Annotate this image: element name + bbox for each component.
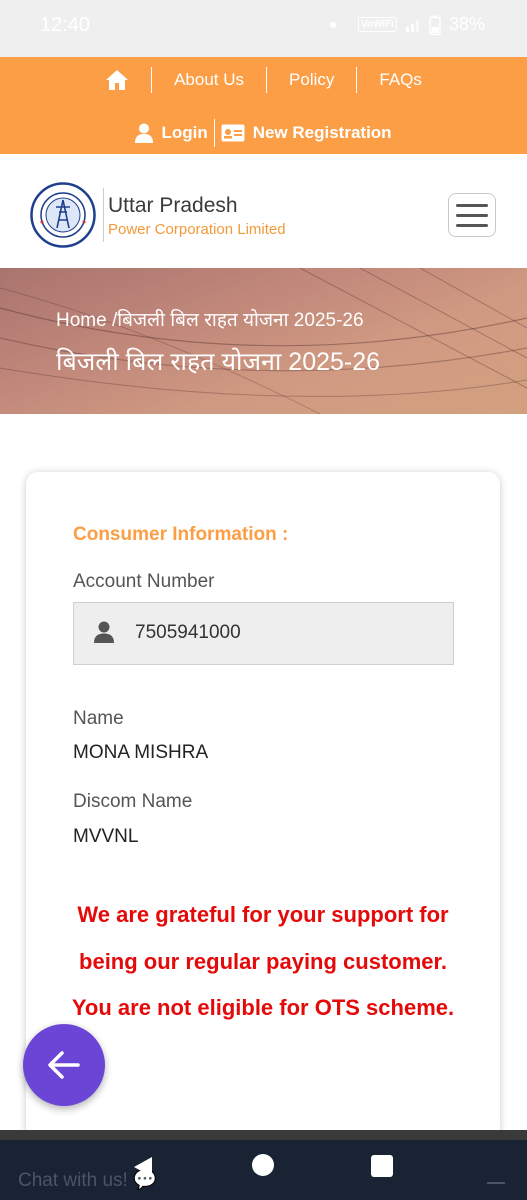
discom-name-value: MVVNL — [73, 826, 139, 847]
account-number-label: Account Number — [73, 571, 215, 592]
home-icon — [106, 70, 129, 90]
login-link[interactable]: Login — [135, 123, 208, 143]
account-number-value: 7505941000 — [135, 622, 241, 643]
brand-subtitle: Power Corporation Limited — [108, 221, 286, 238]
system-navigation-bar: Chat with us! 💬 — [0, 1140, 527, 1200]
name-value: MONA MISHRA — [73, 742, 209, 763]
system-home-icon[interactable] — [252, 1154, 274, 1176]
status-time: 12:40 — [40, 14, 91, 36]
name-label: Name — [73, 708, 124, 729]
user-icon — [94, 621, 114, 643]
new-registration-label: New Registration — [252, 123, 392, 142]
uppcl-logo — [30, 182, 96, 248]
nav-home[interactable] — [105, 69, 129, 91]
breadcrumb-current: बिजली बिल राहत योजना 2025-26 — [117, 310, 364, 331]
nav-divider — [266, 67, 268, 93]
account-number-field: 7505941000 — [73, 602, 454, 665]
new-registration-link[interactable]: New Registration — [221, 123, 392, 143]
top-navigation: About Us Policy FAQs Login New Registrat… — [0, 57, 527, 154]
nav-about-us[interactable]: About Us — [174, 70, 244, 90]
login-label: Login — [161, 123, 208, 142]
nav-row-primary: About Us Policy FAQs — [0, 57, 527, 103]
back-button[interactable] — [23, 1024, 105, 1106]
nav-divider — [356, 67, 358, 93]
menu-bar — [456, 213, 488, 217]
breadcrumb-home[interactable]: Home — [56, 310, 107, 331]
menu-bar — [456, 203, 488, 207]
status-icons: VoWiFi 38% — [329, 14, 485, 35]
id-card-icon — [221, 124, 245, 142]
battery-level: 38% — [448, 14, 485, 34]
signal-icon — [405, 19, 419, 32]
vowifi-icon: VoWiFi — [357, 17, 397, 32]
site-header: Uttar Pradesh Power Corporation Limited — [0, 154, 527, 268]
chat-minimize-icon[interactable] — [487, 1182, 505, 1184]
page-title: बिजली बिल राहत योजना 2025-26 — [56, 348, 381, 376]
hamburger-menu-button[interactable] — [448, 193, 496, 237]
logo-divider — [103, 188, 104, 242]
breadcrumb: Home /बिजली बिल राहत योजना 2025-26 — [56, 306, 364, 332]
arrow-left-icon — [48, 1051, 80, 1079]
eligibility-notice: We are grateful for your support for bei… — [71, 902, 455, 1020]
system-recents-icon[interactable] — [371, 1155, 393, 1177]
system-back-icon[interactable] — [130, 1155, 154, 1179]
page-banner: Home /बिजली बिल राहत योजना 2025-26 बिजली… — [0, 268, 527, 414]
section-title: Consumer Information : — [73, 524, 289, 545]
power-lines-background — [0, 268, 527, 414]
brand-title: Uttar Pradesh — [108, 194, 238, 217]
discom-name-label: Discom Name — [73, 791, 193, 812]
status-bar: 12:40 VoWiFi 38% — [0, 0, 527, 57]
nav-divider — [151, 67, 153, 93]
user-icon — [135, 123, 154, 143]
nav-faqs[interactable]: FAQs — [379, 70, 422, 90]
nav-divider — [213, 119, 215, 147]
menu-bar — [456, 223, 488, 227]
battery-icon — [429, 15, 441, 35]
nav-row-account: Login New Registration — [0, 113, 527, 153]
nav-policy[interactable]: Policy — [289, 70, 334, 90]
notification-dot-icon — [329, 21, 336, 28]
